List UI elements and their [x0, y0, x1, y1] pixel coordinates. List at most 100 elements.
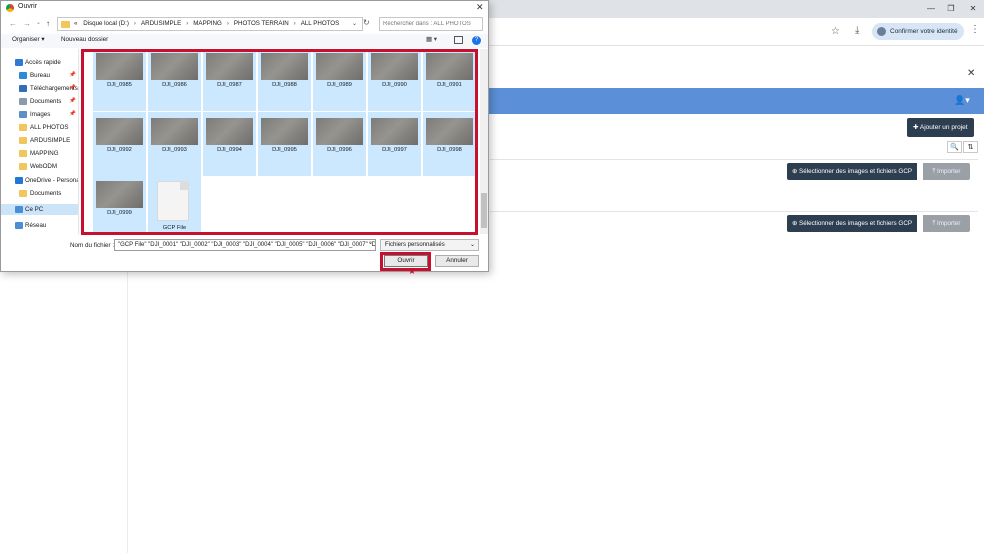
file-item[interactable]: DJI_0987: [203, 49, 256, 111]
add-project-button[interactable]: ✚ Ajouter un projet: [907, 118, 974, 137]
cancel-button[interactable]: Annuler: [435, 255, 479, 267]
nav-item[interactable]: Accès rapide: [1, 57, 78, 68]
breadcrumb-item[interactable]: ARDUSIMPLE: [141, 20, 181, 27]
open-file-dialog: Ouvrir ✕ ← → ⌄ ↑ « Disque local (D:) › ARD…: [0, 0, 489, 276]
chevron-down-icon: ⌄: [469, 242, 475, 248]
view-options-icon[interactable]: ▦ ▾: [426, 36, 437, 43]
restore-icon[interactable]: ❐: [944, 3, 958, 15]
add-project-label: Ajouter un projet: [919, 124, 968, 131]
image-thumbnail: [426, 53, 473, 80]
nav-item[interactable]: OneDrive - Personal: [1, 175, 78, 186]
select-images-button[interactable]: ⊕ Sélectionner des images et fichiers GC…: [787, 215, 918, 232]
folder-icon: [15, 177, 23, 184]
nav-item[interactable]: Documents 📌: [1, 96, 78, 107]
nav-item[interactable]: MAPPING: [1, 148, 78, 159]
forward-icon[interactable]: →: [23, 19, 31, 28]
nav-item-label: ARDUSIMPLE: [30, 137, 71, 144]
folder-icon: [19, 85, 27, 92]
file-item[interactable]: DJI_0985: [93, 49, 146, 111]
file-name: DJI_0991: [437, 82, 462, 88]
breadcrumb-item[interactable]: ALL PHOTOS: [301, 20, 340, 27]
file-item[interactable]: DJI_0990: [368, 49, 421, 111]
chevron-down-icon[interactable]: ⌄: [368, 239, 373, 246]
new-folder-button[interactable]: Nouveau dossier: [61, 36, 108, 43]
nav-item-label: Accès rapide: [25, 59, 61, 66]
file-item[interactable]: DJI_0999: [93, 175, 146, 234]
file-item[interactable]: DJI_0989: [313, 49, 366, 111]
folder-icon: [19, 190, 27, 197]
chevron-down-icon[interactable]: ⌄: [352, 20, 357, 27]
user-menu-icon[interactable]: 👤▾: [954, 95, 970, 106]
breadcrumb-overflow[interactable]: «: [74, 20, 77, 27]
filetype-select[interactable]: Fichiers personnalisés ⌄: [380, 239, 479, 251]
chevron-right-icon: ›: [133, 20, 136, 27]
folder-search-input[interactable]: [379, 17, 483, 31]
file-item[interactable]: DJI_0998: [423, 112, 476, 176]
sort-icon[interactable]: ⇅: [963, 141, 978, 153]
file-item[interactable]: DJI_0994: [203, 112, 256, 176]
file-item[interactable]: DJI_0992: [93, 112, 146, 176]
file-name: DJI_0998: [437, 147, 462, 153]
nav-item[interactable]: Documents: [1, 188, 78, 199]
folder-icon: [61, 21, 70, 28]
nav-item-label: OneDrive - Personal: [25, 177, 78, 184]
nav-item[interactable]: WebODM: [1, 161, 78, 172]
file-name: DJI_0997: [382, 147, 407, 153]
identity-chip[interactable]: Confirmer votre identité: [872, 23, 964, 40]
dialog-close-icon[interactable]: ✕: [476, 2, 484, 13]
download-icon[interactable]: ⤓: [855, 25, 859, 36]
breadcrumb-item[interactable]: PHOTOS TERRAIN: [234, 20, 289, 27]
refresh-icon[interactable]: ↻: [363, 18, 375, 32]
nav-item-label: MAPPING: [30, 150, 59, 157]
image-thumbnail: [206, 53, 253, 80]
select-images-button[interactable]: ⊕ Sélectionner des images et fichiers GC…: [787, 163, 918, 180]
address-row: ← → ⌄ ↑ « Disque local (D:) › ARDUSIMPLE › M…: [1, 16, 488, 33]
minimize-icon[interactable]: —: [924, 3, 938, 15]
folder-icon: [19, 137, 27, 144]
file-item[interactable]: DJI_0988: [258, 49, 311, 111]
banner-close-icon[interactable]: ✕: [967, 68, 975, 79]
chrome-icon: [6, 4, 14, 12]
nav-item-label: Images: [30, 111, 51, 118]
file-item[interactable]: DJI_0986: [148, 49, 201, 111]
file-list-scrollbar[interactable]: [480, 49, 488, 234]
breadcrumb-item[interactable]: Disque local (D:): [83, 20, 129, 27]
organize-button[interactable]: Organiser ▾: [12, 36, 45, 43]
help-icon[interactable]: ?: [472, 36, 481, 45]
file-item[interactable]: DJI_0995: [258, 112, 311, 176]
nav-item[interactable]: Téléchargements 📌: [1, 83, 78, 94]
import-button[interactable]: ⤒ Importer: [923, 163, 970, 180]
search-icon[interactable]: 🔍: [947, 141, 962, 153]
file-item[interactable]: GCP File: [148, 175, 201, 234]
scrollbar-thumb[interactable]: [481, 193, 487, 228]
file-item[interactable]: DJI_0993: [148, 112, 201, 176]
filetype-label: Fichiers personnalisés: [385, 242, 445, 248]
file-item[interactable]: DJI_0996: [313, 112, 366, 176]
back-icon[interactable]: ←: [9, 19, 17, 28]
nav-item[interactable]: Ce PC: [1, 204, 78, 215]
recent-dropdown-icon[interactable]: ⌄: [36, 19, 41, 26]
nav-item[interactable]: ARDUSIMPLE: [1, 135, 78, 146]
image-thumbnail: [371, 118, 418, 145]
import-button[interactable]: ⤒ Importer: [923, 215, 970, 232]
project-row: ⊕ Sélectionner des images et fichiers GC…: [490, 211, 978, 263]
bookmark-star-icon[interactable]: ☆: [831, 26, 840, 37]
chevron-right-icon: ›: [293, 20, 296, 27]
address-bar[interactable]: « Disque local (D:) › ARDUSIMPLE › MAPPING › P…: [57, 17, 363, 31]
window-close-icon[interactable]: ✕: [966, 3, 980, 15]
nav-item[interactable]: Bureau 📌: [1, 70, 78, 81]
image-thumbnail: [261, 118, 308, 145]
nav-item[interactable]: Réseau: [1, 220, 78, 231]
file-item[interactable]: DJI_0997: [368, 112, 421, 176]
file-item[interactable]: DJI_0991: [423, 49, 476, 111]
filename-field[interactable]: "GCP File" "DJI_0001" "DJI_0002" "DJI_00…: [114, 239, 376, 251]
browser-menu-icon[interactable]: ⋮: [970, 24, 980, 35]
nav-item-label: Bureau: [30, 72, 50, 79]
nav-item[interactable]: Images 📌: [1, 109, 78, 120]
up-folder-icon[interactable]: ↑: [46, 19, 50, 28]
nav-item[interactable]: ALL PHOTOS: [1, 122, 78, 133]
image-thumbnail: [206, 118, 253, 145]
preview-pane-icon[interactable]: [454, 36, 463, 44]
breadcrumb-item[interactable]: MAPPING: [193, 20, 222, 27]
open-button[interactable]: Ouvrir: [384, 255, 428, 267]
